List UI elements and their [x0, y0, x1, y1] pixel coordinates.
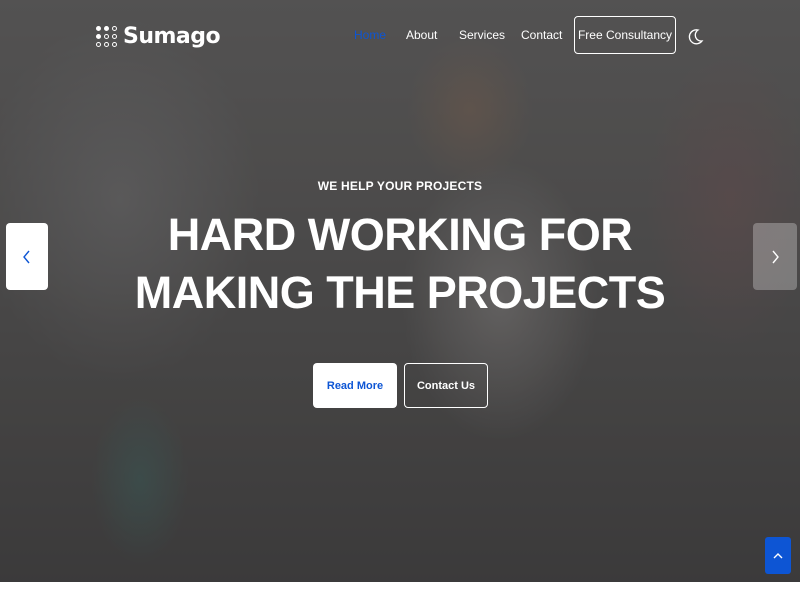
hero-content: WE HELP YOUR PROJECTS HARD WORKING FOR M…	[0, 176, 800, 322]
nav-services[interactable]: Services	[459, 28, 505, 42]
logo-mark	[96, 25, 120, 48]
page-bottom-edge	[0, 582, 800, 600]
logo[interactable]: Sumago	[96, 24, 221, 49]
hero-headline: HARD WORKING FOR MAKING THE PROJECTS	[134, 209, 666, 318]
chevron-right-icon	[772, 250, 779, 263]
moon-icon[interactable]	[688, 28, 704, 46]
nav-contact[interactable]: Contact	[521, 28, 562, 42]
logo-text: Sumago	[123, 24, 221, 49]
free-consultancy-button[interactable]: Free Consultancy	[574, 16, 676, 54]
slider-prev-button[interactable]	[6, 223, 48, 290]
read-more-button[interactable]: Read More	[313, 363, 397, 408]
back-to-top-button[interactable]	[765, 537, 791, 574]
navbar: Sumago Home About Services Contact Free …	[0, 0, 800, 72]
hero-buttons: Read More Contact Us	[0, 363, 800, 409]
slider-next-button[interactable]	[753, 223, 797, 290]
chevron-left-icon	[23, 250, 30, 263]
nav-home[interactable]: Home	[354, 28, 386, 42]
hero-eyebrow: WE HELP YOUR PROJECTS	[317, 179, 483, 193]
contact-us-button[interactable]: Contact Us	[404, 363, 488, 408]
chevron-up-icon	[773, 552, 783, 558]
nav-about[interactable]: About	[406, 28, 437, 42]
